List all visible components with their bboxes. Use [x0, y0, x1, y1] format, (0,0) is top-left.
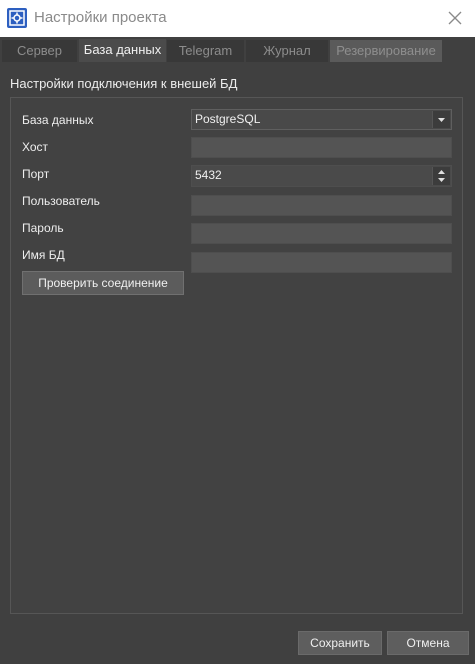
tab-server[interactable]: Сервер [2, 40, 77, 62]
port-spin-buttons[interactable] [432, 167, 450, 185]
dbname-label: Имя БД [22, 248, 65, 262]
window-title: Настройки проекта [34, 9, 167, 26]
chevron-down-icon[interactable] [432, 111, 450, 128]
save-button[interactable]: Сохранить [298, 631, 382, 655]
user-input[interactable] [191, 195, 452, 216]
window-titlebar: Настройки проекта [0, 0, 475, 37]
close-button[interactable] [445, 8, 465, 28]
dbname-input[interactable] [191, 252, 452, 273]
port-label: Порт [22, 167, 50, 181]
password-input[interactable] [191, 223, 452, 244]
host-input[interactable] [191, 137, 452, 158]
tab-backup: Резервирование [330, 40, 442, 62]
tab-telegram[interactable]: Telegram [167, 40, 244, 62]
close-icon [448, 11, 462, 25]
app-settings-icon [7, 8, 27, 28]
tab-database[interactable]: База данных [79, 39, 166, 62]
db-type-label: База данных [22, 113, 94, 127]
host-label: Хост [22, 140, 49, 154]
tab-bar: Сервер База данных Telegram Журнал Резер… [0, 37, 475, 62]
user-label: Пользователь [22, 194, 100, 208]
arrow-up-icon[interactable] [438, 170, 445, 174]
port-spinbox[interactable]: 5432 [191, 165, 452, 187]
group-title: Настройки подключения к внешей БД [10, 76, 238, 91]
cancel-button[interactable]: Отмена [387, 631, 469, 655]
port-value: 5432 [195, 168, 222, 182]
db-type-select[interactable]: PostgreSQL [191, 109, 452, 130]
test-connection-button[interactable]: Проверить соединение [22, 271, 184, 295]
tab-journal[interactable]: Журнал [246, 40, 328, 62]
db-type-value: PostgreSQL [195, 112, 261, 126]
password-label: Пароль [22, 221, 64, 235]
arrow-down-icon[interactable] [438, 178, 445, 182]
